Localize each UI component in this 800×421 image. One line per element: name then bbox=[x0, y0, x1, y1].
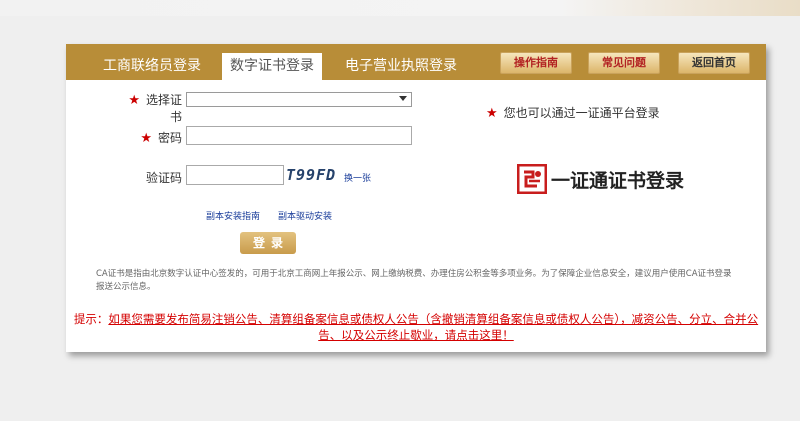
alt-login-note-row: ★ 您也可以通过一证通平台登录 bbox=[486, 104, 660, 121]
yzt-login-button[interactable]: 一证通证书登录 bbox=[517, 162, 684, 196]
hint-prefix: 提示： bbox=[73, 312, 109, 326]
password-label-row: ★ 密码 bbox=[122, 129, 182, 146]
tab-business-contact-login[interactable]: 工商联络员登录 bbox=[92, 53, 212, 80]
login-panel: 工商联络员登录 数字证书登录 电子营业执照登录 操作指南 常见问题 返回首页 ★… bbox=[66, 44, 766, 352]
install-guide-link[interactable]: 副本安装指南 bbox=[206, 209, 260, 222]
home-button[interactable]: 返回首页 bbox=[678, 52, 750, 74]
chevron-down-icon bbox=[399, 96, 407, 101]
captcha-image[interactable]: T99FD bbox=[286, 166, 340, 184]
public-notice-link[interactable]: 如果您需要发布简易注销公告、清算组备案信息或债权人公告（含撤销清算组备案信息或债… bbox=[108, 312, 758, 342]
faq-button[interactable]: 常见问题 bbox=[588, 52, 660, 74]
top-decor-band bbox=[0, 0, 800, 16]
cert-select[interactable] bbox=[186, 92, 412, 107]
login-button[interactable]: 登录 bbox=[240, 232, 296, 254]
refresh-captcha-link[interactable]: 换一张 bbox=[344, 171, 371, 184]
driver-install-link[interactable]: 副本驱动安装 bbox=[278, 209, 332, 222]
captcha-label: 验证码 bbox=[145, 171, 182, 185]
yzt-login-label: 一证通证书登录 bbox=[551, 169, 685, 192]
required-star: ★ bbox=[486, 106, 498, 121]
tab-digital-cert-login[interactable]: 数字证书登录 bbox=[222, 53, 322, 80]
select-cert-label: 选择证书 bbox=[145, 93, 182, 124]
hint-bar: 提示：如果您需要发布简易注销公告、清算组备案信息或债权人公告（含撤销清算组备案信… bbox=[66, 311, 766, 343]
tab-bar: 工商联络员登录 数字证书登录 电子营业执照登录 操作指南 常见问题 返回首页 bbox=[66, 44, 766, 80]
captcha-input[interactable] bbox=[186, 165, 284, 185]
select-cert-label-row: ★ 选择证书 bbox=[122, 91, 182, 125]
guide-button[interactable]: 操作指南 bbox=[500, 52, 572, 74]
alt-login-note: 您也可以通过一证通平台登录 bbox=[503, 106, 660, 120]
required-star: ★ bbox=[140, 131, 152, 146]
password-label: 密码 bbox=[157, 131, 182, 145]
tab-e-license-login[interactable]: 电子营业执照登录 bbox=[336, 53, 466, 80]
password-input[interactable] bbox=[186, 126, 412, 145]
yzt-logo-icon bbox=[517, 164, 547, 194]
required-star: ★ bbox=[128, 93, 140, 108]
ca-cert-note: CA证书是指由北京数字认证中心签发的，可用于北京工商网上年报公示、网上缴纳税费、… bbox=[96, 269, 732, 292]
